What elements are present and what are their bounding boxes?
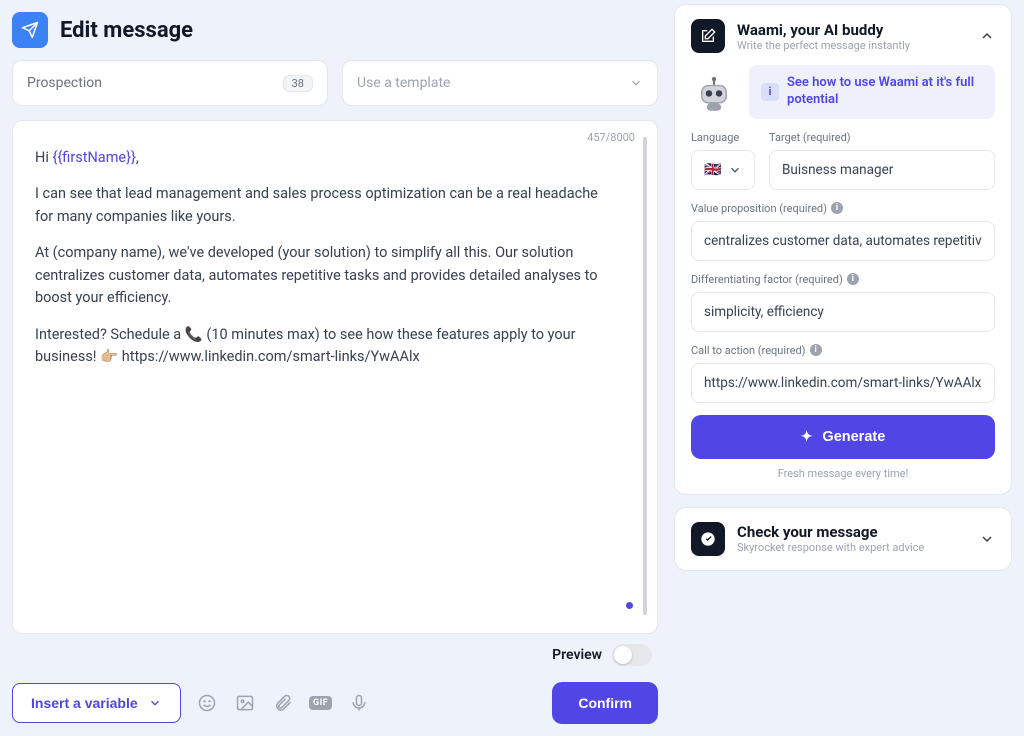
- cta-label: Call to action (required) i: [691, 344, 995, 357]
- insert-variable-label: Insert a variable: [31, 695, 138, 711]
- resize-handle[interactable]: [626, 602, 633, 609]
- insert-variable-button[interactable]: Insert a variable: [12, 683, 181, 723]
- flag-icon: 🇬🇧: [704, 162, 721, 178]
- toggle-knob: [614, 646, 632, 664]
- waami-panel: Waami, your AI buddy Write the perfect m…: [674, 4, 1012, 495]
- gif-icon[interactable]: GIF: [311, 693, 331, 713]
- subject-value: Prospection: [27, 75, 102, 91]
- attachment-icon[interactable]: [273, 693, 293, 713]
- chevron-up-icon[interactable]: [979, 28, 995, 44]
- value-prop-label: Value proposition (required) i: [691, 202, 995, 215]
- generate-button[interactable]: ✦ Generate: [691, 415, 995, 459]
- waami-tip[interactable]: i See how to use Waami at it's full pote…: [749, 65, 995, 119]
- compose-icon: [691, 19, 725, 53]
- check-subtitle: Skyrocket response with expert advice: [737, 541, 967, 554]
- diff-factor-input[interactable]: [691, 292, 995, 332]
- value-prop-input[interactable]: [691, 221, 995, 261]
- editor-toolbar: GIF: [197, 693, 369, 713]
- diff-factor-label: Differentiating factor (required) i: [691, 273, 995, 286]
- microphone-icon[interactable]: [349, 693, 369, 713]
- chevron-down-icon: [728, 163, 742, 177]
- template-placeholder: Use a template: [357, 75, 450, 91]
- chevron-down-icon: [629, 76, 643, 90]
- send-icon: [12, 12, 48, 48]
- sparkle-icon: ✦: [801, 428, 813, 445]
- message-body[interactable]: Hi {{firstName}}, I can see that lead ma…: [35, 147, 629, 615]
- greeting-suffix: ,: [136, 149, 139, 166]
- fresh-message-note: Fresh message every time!: [691, 467, 995, 480]
- page-title: Edit message: [60, 18, 193, 43]
- subject-input[interactable]: Prospection 38: [12, 60, 328, 106]
- target-input[interactable]: [769, 150, 995, 190]
- check-icon: [691, 522, 725, 556]
- message-editor[interactable]: 457/8000 Hi {{firstName}}, I can see tha…: [12, 120, 658, 634]
- info-icon: i: [761, 83, 779, 101]
- image-icon[interactable]: [235, 693, 255, 713]
- message-para-1: I can see that lead management and sales…: [35, 183, 617, 228]
- preview-toggle[interactable]: [612, 644, 652, 666]
- language-label: Language: [691, 131, 755, 144]
- info-icon[interactable]: i: [810, 344, 822, 356]
- page-header: Edit message: [12, 4, 658, 60]
- waami-title: Waami, your AI buddy: [737, 21, 967, 39]
- waami-tip-link[interactable]: See how to use Waami at it's full potent…: [787, 75, 983, 109]
- confirm-button[interactable]: Confirm: [552, 682, 658, 724]
- subject-length-badge: 38: [283, 75, 313, 92]
- editor-scrollbar[interactable]: [643, 137, 647, 615]
- message-para-2: At (company name), we've developed (your…: [35, 242, 617, 309]
- preview-label: Preview: [552, 647, 602, 663]
- info-icon[interactable]: i: [847, 273, 859, 285]
- robot-avatar: [691, 69, 737, 115]
- language-select[interactable]: 🇬🇧: [691, 150, 755, 190]
- greeting-prefix: Hi: [35, 149, 52, 166]
- template-select[interactable]: Use a template: [342, 60, 658, 106]
- info-icon[interactable]: i: [831, 202, 843, 214]
- cta-input[interactable]: [691, 363, 995, 403]
- gif-label: GIF: [309, 696, 332, 710]
- char-counter: 457/8000: [587, 131, 635, 144]
- waami-subtitle: Write the perfect message instantly: [737, 39, 967, 52]
- emoji-icon[interactable]: [197, 693, 217, 713]
- check-title: Check your message: [737, 523, 967, 541]
- generate-label: Generate: [822, 429, 885, 445]
- message-para-3: Interested? Schedule a 📞 (10 minutes max…: [35, 324, 617, 369]
- target-label: Target (required): [769, 131, 995, 144]
- variable-token-firstname[interactable]: {{firstName}}: [52, 149, 135, 166]
- chevron-down-icon[interactable]: [979, 531, 995, 547]
- check-message-panel[interactable]: Check your message Skyrocket response wi…: [674, 507, 1012, 571]
- chevron-down-icon: [148, 696, 162, 710]
